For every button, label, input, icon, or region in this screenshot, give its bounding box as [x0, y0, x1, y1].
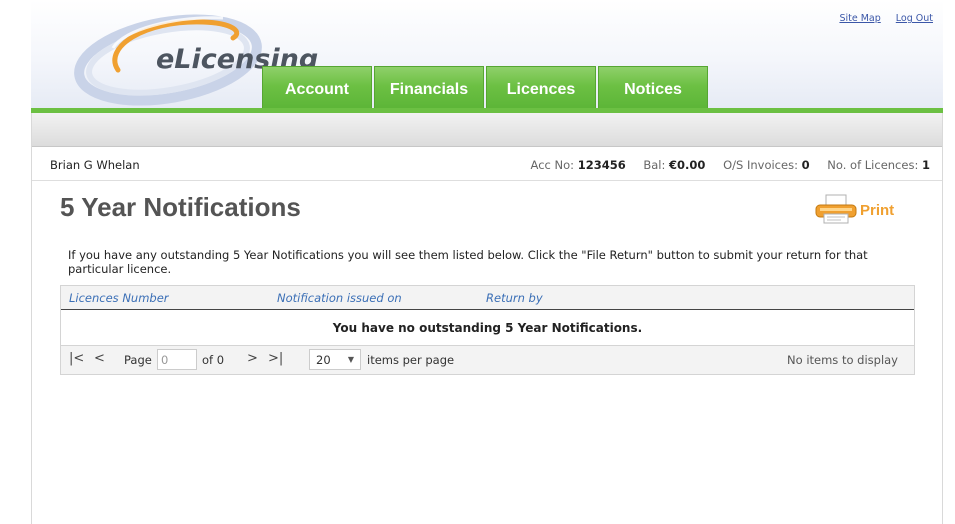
tab-account[interactable]: Account [262, 66, 372, 109]
invoices-label: O/S Invoices: [723, 158, 798, 172]
page-of-label: of 0 [202, 353, 225, 367]
notifications-grid: Licences Number Notification issued on R… [60, 285, 915, 375]
sub-nav-bar [32, 113, 942, 147]
items-per-page-select[interactable]: 20 ▼ [309, 349, 361, 370]
next-page-icon[interactable]: > [247, 351, 258, 366]
acc-no-value: 123456 [577, 158, 626, 172]
first-page-icon[interactable]: |< [69, 351, 84, 366]
tab-financials[interactable]: Financials [374, 66, 484, 109]
col-return-by[interactable]: Return by [486, 291, 543, 305]
licences-value: 1 [921, 158, 930, 172]
main-nav-tabs: Account Financials Licences Notices [262, 66, 710, 109]
items-per-page-label: items per page [367, 353, 455, 367]
grid-header: Licences Number Notification issued on R… [61, 286, 914, 310]
user-name: Brian G Whelan [50, 158, 140, 172]
grid-pager: |< < Page of 0 > >| 20 ▼ items per page … [61, 346, 914, 374]
items-per-page-value: 20 [316, 353, 331, 367]
licences-label: No. of Licences: [827, 158, 919, 172]
pager-status: No items to display [787, 353, 898, 367]
account-summary: Acc No: 123456 Bal: €0.00 O/S Invoices: … [517, 158, 930, 172]
print-button[interactable]: Print [814, 194, 894, 224]
bal-value: €0.00 [669, 158, 706, 172]
invoices-value: 0 [801, 158, 810, 172]
col-licences-number[interactable]: Licences Number [69, 291, 169, 305]
acc-no-label: Acc No: [530, 158, 575, 172]
intro-text: If you have any outstanding 5 Year Notif… [68, 248, 868, 276]
page-label: Page [124, 353, 152, 367]
bal-label: Bal: [643, 158, 666, 172]
printer-icon [815, 194, 857, 224]
chevron-down-icon: ▼ [347, 355, 354, 364]
page-number-input[interactable] [157, 349, 197, 370]
prev-page-icon[interactable]: < [94, 351, 105, 366]
top-links: Site Map Log Out [827, 13, 933, 24]
col-notification-issued-on[interactable]: Notification issued on [277, 291, 402, 305]
last-page-icon[interactable]: >| [268, 351, 283, 366]
log-out-link[interactable]: Log Out [896, 13, 933, 24]
site-map-link[interactable]: Site Map [839, 13, 880, 24]
tab-notices[interactable]: Notices [598, 66, 708, 109]
tab-licences[interactable]: Licences [486, 66, 596, 109]
empty-message: You have no outstanding 5 Year Notificat… [61, 310, 914, 346]
print-label[interactable]: Print [860, 202, 894, 219]
page-title: 5 Year Notifications [60, 192, 301, 222]
account-info-bar: Brian G Whelan Acc No: 123456 Bal: €0.00… [32, 148, 942, 181]
